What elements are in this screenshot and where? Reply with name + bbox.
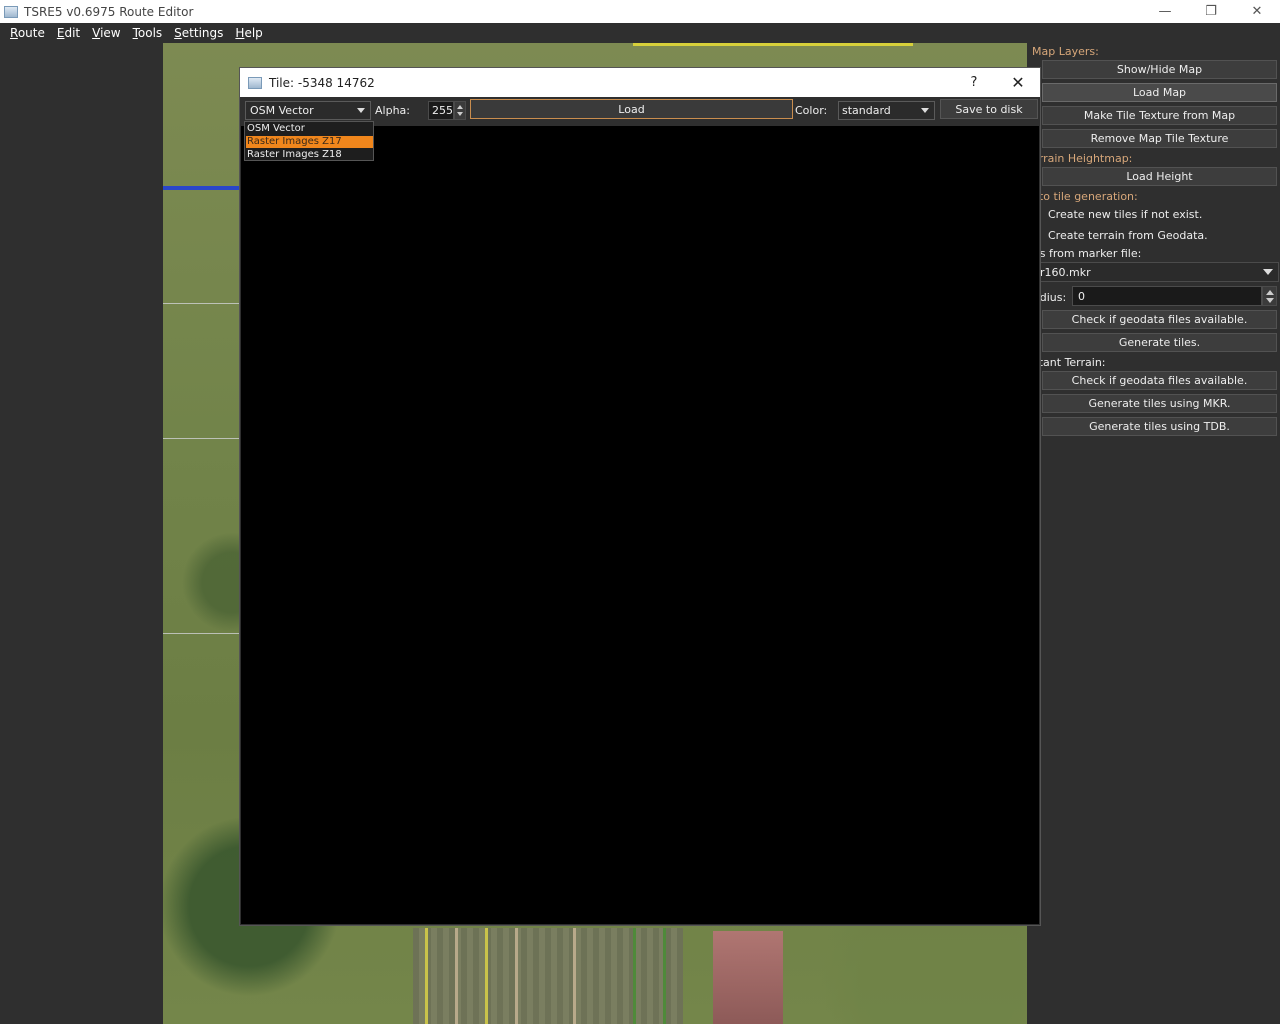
menu-view[interactable]: View [86,26,126,40]
viewport-water-line [163,186,239,190]
generate-tiles-mkr-button[interactable]: Generate tiles using MKR. [1042,394,1277,413]
dropdown-option-osm-vector[interactable]: OSM Vector [246,123,373,135]
dialog-title: Tile: -5348 14762 [269,75,375,90]
dropdown-option-raster-z17[interactable]: Raster Images Z17 [246,136,373,148]
spin-down-icon[interactable] [457,112,463,116]
generate-tiles-tdb-button[interactable]: Generate tiles using TDB. [1042,417,1277,436]
remove-map-tile-texture-button[interactable]: Remove Map Tile Texture [1042,129,1277,148]
make-tile-texture-button[interactable]: Make Tile Texture from Map [1042,106,1277,125]
close-icon[interactable]: ✕ [1234,0,1280,23]
source-combo-value: OSM Vector [250,104,314,117]
load-button[interactable]: Load [470,99,793,119]
viewport-rail [515,928,518,1024]
chevron-down-icon [921,108,929,113]
radius-stepper[interactable] [1262,286,1277,306]
viewport-rail [485,928,488,1024]
source-dropdown-list: OSM Vector Raster Images Z17 Raster Imag… [244,121,374,161]
map-layers-label: Map Layers: [1032,45,1099,58]
menu-help[interactable]: Help [229,26,268,40]
check-geodata-button[interactable]: Check if geodata files available. [1042,310,1277,329]
auto-tile-generation-label: uto tile generation: [1032,190,1138,203]
dialog-icon [248,76,262,89]
viewport-rail [455,928,458,1024]
minimize-icon[interactable]: — [1142,0,1188,23]
viewport-rail [633,928,636,1024]
dialog-close-icon[interactable]: ✕ [1002,68,1034,97]
load-map-button[interactable]: Load Map [1042,83,1277,102]
create-new-tiles-checkbox[interactable]: Create new tiles if not exist. [1048,208,1202,221]
window-titlebar: TSRE5 v0.6975 Route Editor — ❐ ✕ [0,0,1280,23]
color-label: Color: [795,104,828,117]
alpha-stepper[interactable] [454,101,466,120]
load-height-button[interactable]: Load Height [1042,167,1277,186]
window-title: TSRE5 v0.6975 Route Editor [24,4,194,19]
menubar: Route Edit View Tools Settings Help [0,23,1280,43]
terrain-heightmap-label: errain Heightmap: [1032,152,1133,165]
viewport-building [713,931,783,1024]
viewport-grid-line [163,303,239,304]
marker-file-select[interactable]: r160.mkr [1033,262,1279,282]
menu-edit[interactable]: Edit [51,26,86,40]
viewport-rail-yard [413,928,683,1024]
color-select[interactable]: standard [838,101,935,120]
menu-route[interactable]: Route [4,26,51,40]
chevron-down-icon [357,108,365,113]
dropdown-option-raster-z18[interactable]: Raster Images Z18 [246,149,373,161]
source-combo[interactable]: OSM Vector [245,101,371,120]
alpha-input[interactable]: 255 [428,101,454,120]
viewport-rail [663,928,666,1024]
window-controls: — ❐ ✕ [1142,0,1280,23]
chevron-down-icon [1263,269,1273,275]
spin-down-icon[interactable] [1266,298,1274,303]
right-dock-panel: Map Layers: Show/Hide Map Load Map Make … [1027,43,1280,1024]
spin-up-icon[interactable] [457,105,463,109]
spin-up-icon[interactable] [1266,290,1274,295]
show-hide-map-button[interactable]: Show/Hide Map [1042,60,1277,79]
marker-file-value: r160.mkr [1040,265,1091,279]
distant-terrain-label: stant Terrain: [1033,356,1106,369]
menu-settings[interactable]: Settings [168,26,229,40]
viewport-track-line [633,43,913,46]
tile-dialog: Tile: -5348 14762 ? ✕ OSM Vector Alpha: … [239,67,1041,926]
dialog-titlebar: Tile: -5348 14762 [240,68,1040,97]
app-icon [4,5,18,18]
create-terrain-geodata-checkbox[interactable]: Create terrain from Geodata. [1048,229,1208,242]
left-dock-panel [0,43,163,1024]
menu-tools[interactable]: Tools [127,26,169,40]
viewport-grid-line [163,633,239,634]
help-icon[interactable]: ? [962,68,986,97]
restore-icon[interactable]: ❐ [1188,0,1234,23]
tiles-marker-file-label: es from marker file: [1033,247,1142,260]
generate-tiles-button[interactable]: Generate tiles. [1042,333,1277,352]
radius-input[interactable]: 0 [1072,286,1262,306]
tile-preview-canvas[interactable] [241,126,1039,924]
viewport-rail [425,928,428,1024]
color-select-value: standard [842,104,891,117]
viewport-grid-line [163,438,239,439]
check-geodata-distant-button[interactable]: Check if geodata files available. [1042,371,1277,390]
alpha-label: Alpha: [375,104,410,117]
save-to-disk-button[interactable]: Save to disk [940,99,1038,119]
viewport-rail [573,928,576,1024]
